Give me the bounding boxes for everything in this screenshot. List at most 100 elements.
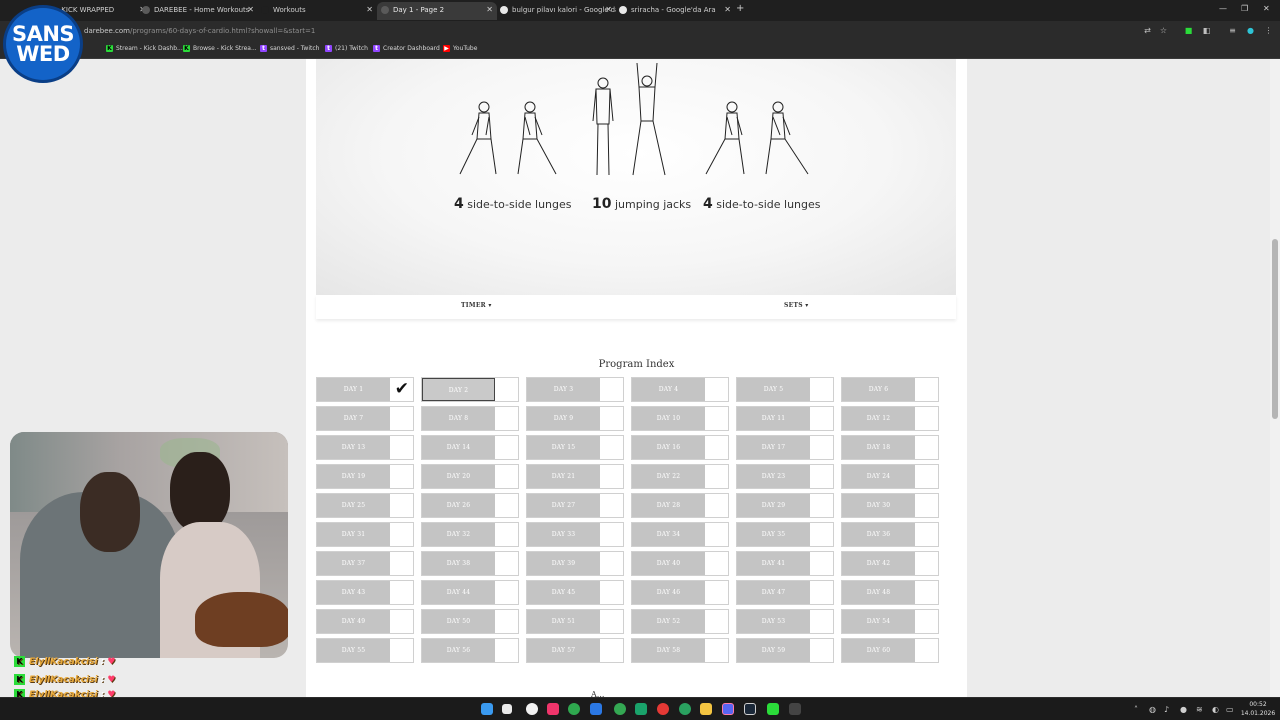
folder-icon[interactable] — [700, 703, 712, 715]
day-checkbox[interactable] — [809, 494, 833, 517]
program-day-button[interactable]: DAY 60 — [842, 639, 915, 662]
program-day-button[interactable]: DAY 52 — [632, 610, 705, 633]
program-day-button[interactable]: DAY 15 — [527, 436, 600, 459]
edge-icon[interactable] — [590, 703, 602, 715]
day-checkbox[interactable] — [704, 552, 728, 575]
program-day-button[interactable]: DAY 13 — [317, 436, 390, 459]
program-day-button[interactable]: DAY 3 — [527, 378, 600, 401]
day-checkbox[interactable] — [494, 581, 518, 604]
day-checkbox[interactable] — [914, 436, 938, 459]
new-tab-button[interactable]: + — [736, 3, 744, 14]
program-day-button[interactable]: DAY 55 — [317, 639, 390, 662]
program-day-button[interactable]: DAY 20 — [422, 465, 495, 488]
chrome-profile-icon[interactable] — [614, 703, 626, 715]
program-day-button[interactable]: DAY 26 — [422, 494, 495, 517]
day-checkbox[interactable] — [494, 378, 518, 401]
puzzle-icon[interactable]: ◧ — [1202, 26, 1211, 35]
menu-icon[interactable]: ⋮ — [1264, 26, 1273, 35]
day-checkbox[interactable] — [914, 523, 938, 546]
day-checkbox[interactable] — [704, 639, 728, 662]
bookmark-item[interactable]: K Browse - Kick Strea... — [183, 45, 257, 52]
program-day-button[interactable]: DAY 49 — [317, 610, 390, 633]
day-checkbox[interactable] — [494, 436, 518, 459]
program-day-button[interactable]: DAY 25 — [317, 494, 390, 517]
day-checkbox[interactable] — [599, 639, 623, 662]
day-checkbox[interactable] — [494, 610, 518, 633]
program-day-button[interactable]: DAY 21 — [527, 465, 600, 488]
epic-games-icon[interactable] — [789, 703, 801, 715]
day-checkbox[interactable] — [809, 378, 833, 401]
day-checkbox[interactable] — [704, 581, 728, 604]
program-day-button[interactable]: DAY 39 — [527, 552, 600, 575]
bookmark-item[interactable]: K Stream - Kick Dashb... — [106, 45, 183, 52]
day-checkbox[interactable] — [704, 494, 728, 517]
program-day-button[interactable]: DAY 9 — [527, 407, 600, 430]
volume-icon[interactable]: ♪ — [1164, 705, 1169, 714]
program-day-button[interactable]: DAY 59 — [737, 639, 810, 662]
day-checkbox[interactable] — [494, 494, 518, 517]
close-icon[interactable]: ✕ — [366, 2, 373, 18]
speaker-icon[interactable]: ◐ — [1212, 705, 1219, 714]
day-checkbox[interactable] — [494, 552, 518, 575]
day-checkbox[interactable] — [914, 639, 938, 662]
program-day-button[interactable]: DAY 2 — [422, 378, 495, 401]
program-day-button[interactable]: DAY 51 — [527, 610, 600, 633]
microphone-icon[interactable]: ● — [1180, 705, 1187, 714]
day-checkbox[interactable] — [494, 639, 518, 662]
day-checkbox[interactable] — [389, 465, 413, 488]
day-checkbox[interactable] — [704, 465, 728, 488]
program-day-button[interactable]: DAY 8 — [422, 407, 495, 430]
day-checkbox[interactable] — [389, 523, 413, 546]
kick-app-icon[interactable] — [767, 703, 779, 715]
program-day-button[interactable]: DAY 56 — [422, 639, 495, 662]
bookmark-item[interactable]: t sansved - Twitch — [260, 45, 319, 52]
program-day-button[interactable]: DAY 27 — [527, 494, 600, 517]
program-day-button[interactable]: DAY 30 — [842, 494, 915, 517]
page-scrollbar[interactable] — [1270, 59, 1280, 697]
steam-icon[interactable] — [744, 703, 756, 715]
program-day-button[interactable]: DAY 43 — [317, 581, 390, 604]
day-checkbox[interactable] — [599, 523, 623, 546]
tray-chevron-icon[interactable]: ˄ — [1134, 705, 1138, 714]
program-day-button[interactable]: DAY 28 — [632, 494, 705, 517]
day-checkbox[interactable] — [914, 407, 938, 430]
maximize-icon[interactable]: ❐ — [1241, 4, 1248, 13]
program-day-button[interactable]: DAY 53 — [737, 610, 810, 633]
close-icon[interactable]: ✕ — [247, 2, 254, 18]
day-checkbox[interactable] — [599, 552, 623, 575]
program-day-button[interactable]: DAY 45 — [527, 581, 600, 604]
program-day-button[interactable]: DAY 31 — [317, 523, 390, 546]
windows-start-icon[interactable] — [481, 703, 493, 715]
program-day-button[interactable]: DAY 18 — [842, 436, 915, 459]
program-day-button[interactable]: DAY 22 — [632, 465, 705, 488]
chatgpt-icon[interactable] — [526, 703, 538, 715]
day-checkbox[interactable] — [809, 407, 833, 430]
day-checkbox[interactable] — [389, 407, 413, 430]
whatsapp-icon[interactable] — [635, 703, 647, 715]
day-checkbox[interactable] — [494, 407, 518, 430]
program-day-button[interactable]: DAY 41 — [737, 552, 810, 575]
translate-icon[interactable]: ⇄ — [1143, 26, 1152, 35]
checkmark-icon[interactable]: ✔ — [395, 379, 409, 399]
day-checkbox[interactable] — [914, 378, 938, 401]
system-clock[interactable]: 00:52 14.01.2026 — [1240, 700, 1276, 718]
day-checkbox[interactable] — [704, 407, 728, 430]
day-checkbox[interactable] — [599, 610, 623, 633]
day-checkbox[interactable] — [809, 465, 833, 488]
browser-icon[interactable] — [679, 703, 691, 715]
day-checkbox[interactable] — [389, 581, 413, 604]
program-day-button[interactable]: DAY 34 — [632, 523, 705, 546]
day-checkbox[interactable] — [809, 581, 833, 604]
program-day-button[interactable]: DAY 4 — [632, 378, 705, 401]
task-view-icon[interactable] — [502, 704, 512, 714]
program-day-button[interactable]: DAY 29 — [737, 494, 810, 517]
program-day-button[interactable]: DAY 36 — [842, 523, 915, 546]
program-day-button[interactable]: DAY 37 — [317, 552, 390, 575]
network-icon[interactable]: ≋ — [1196, 705, 1203, 714]
day-checkbox[interactable] — [494, 523, 518, 546]
program-day-button[interactable]: DAY 54 — [842, 610, 915, 633]
timer-dropdown[interactable]: TIMER ▾ — [461, 302, 492, 309]
day-checkbox[interactable] — [389, 552, 413, 575]
day-checkbox[interactable] — [809, 610, 833, 633]
close-icon[interactable]: ✕ — [724, 2, 731, 18]
